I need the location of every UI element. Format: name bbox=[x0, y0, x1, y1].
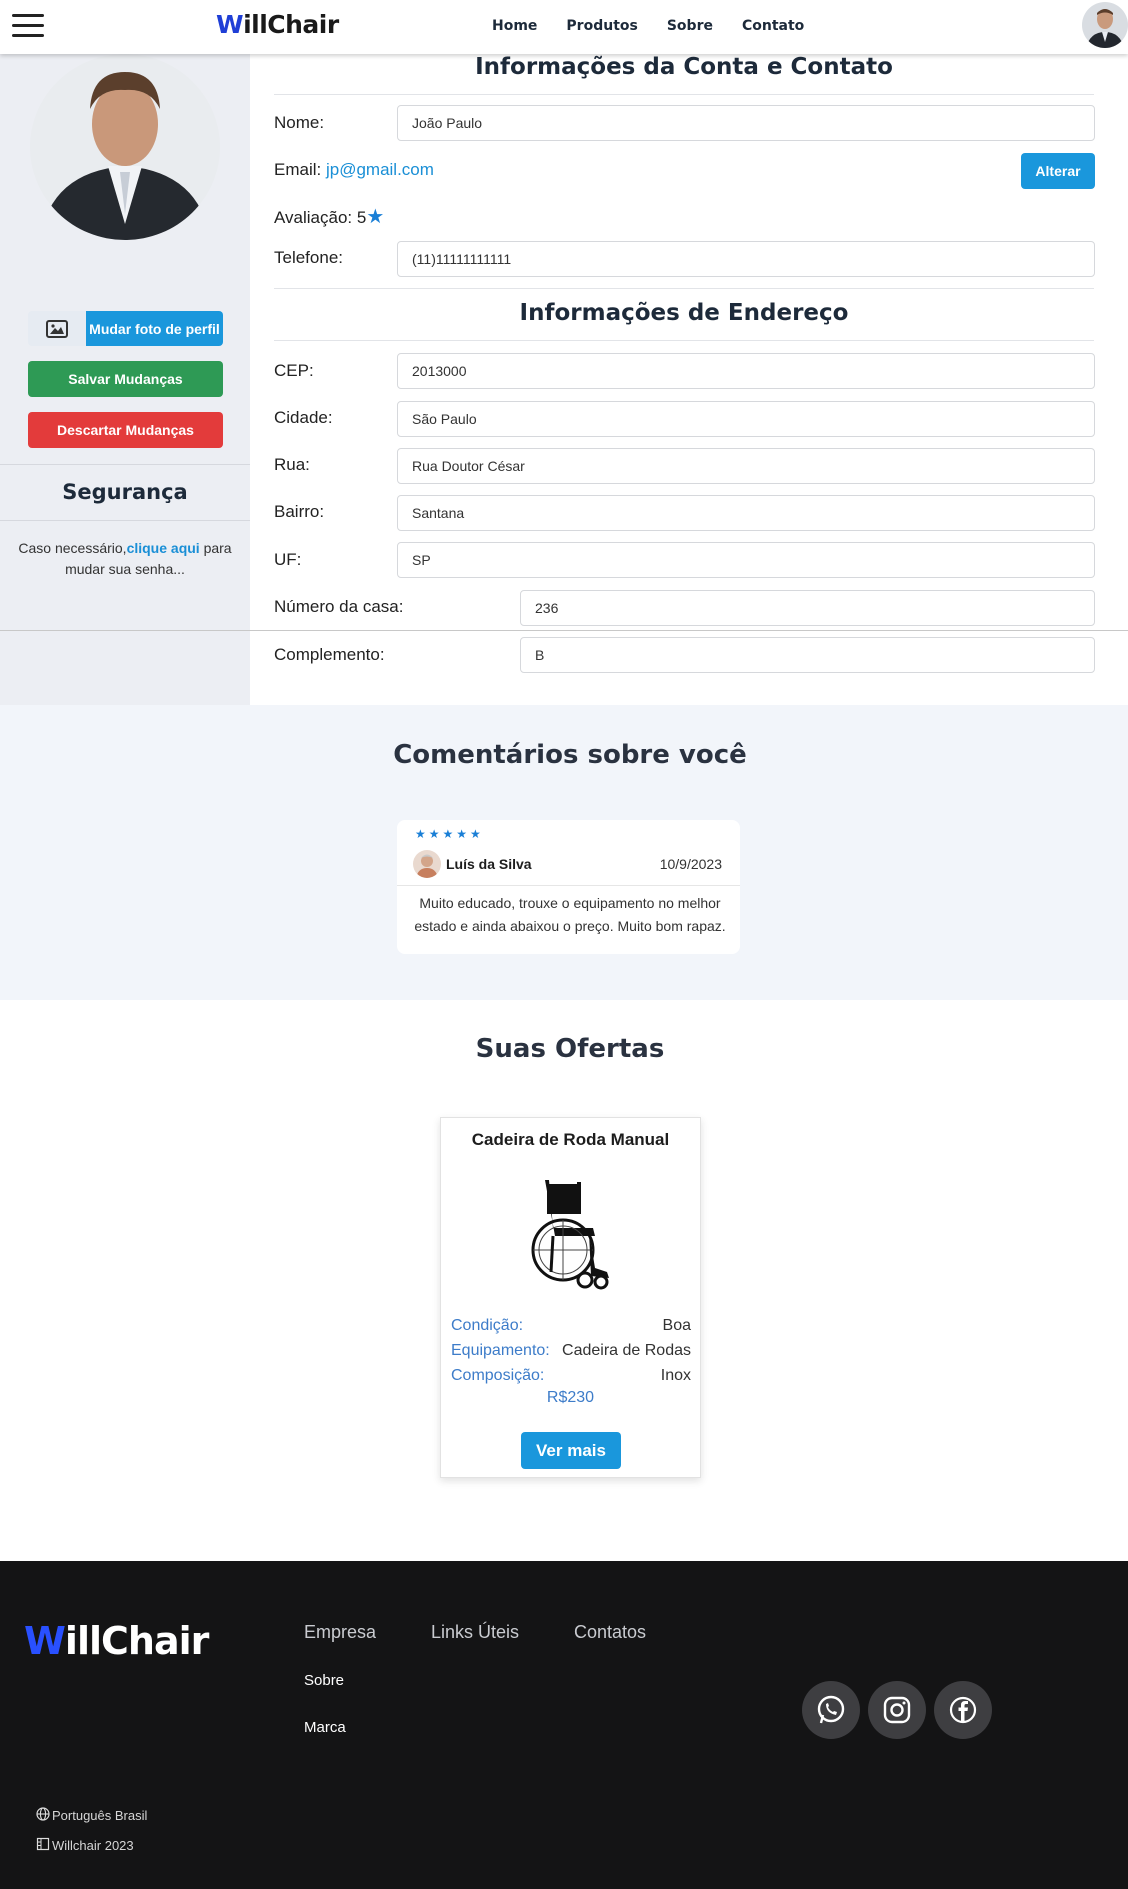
cep-label: CEP: bbox=[274, 361, 314, 380]
language-selector[interactable]: Português Brasil bbox=[36, 1807, 147, 1824]
comment-author: Luís da Silva bbox=[446, 856, 532, 872]
comment-text: Muito educado, trouxe o equipamento no m… bbox=[414, 895, 726, 934]
offer-card: Cadeira de Roda Manual Condição: Boa Equi… bbox=[440, 1117, 701, 1478]
see-more-button[interactable]: Ver mais bbox=[521, 1432, 621, 1469]
name-label: Nome: bbox=[274, 113, 325, 132]
change-photo-label: Mudar foto de perfil bbox=[86, 311, 223, 346]
nav-home[interactable]: Home bbox=[492, 18, 537, 34]
divider bbox=[274, 340, 1094, 341]
commenter-avatar bbox=[413, 850, 441, 878]
spec-condition-label: Condição: bbox=[451, 1317, 524, 1334]
district-field[interactable]: Santana bbox=[397, 495, 1095, 531]
comment-card: ★★★★★ Luís da Silva 10/9/2023 Muito educ… bbox=[397, 820, 740, 954]
street-field[interactable]: Rua Doutor César bbox=[397, 448, 1095, 484]
rating-label: Avaliação: 5 bbox=[274, 208, 367, 227]
nav-produtos[interactable]: Produtos bbox=[566, 18, 637, 34]
email-value[interactable]: jp@gmail.com bbox=[326, 160, 434, 179]
top-header: WillChair Home Produtos Sobre Contato bbox=[0, 0, 1128, 54]
cep-field[interactable]: 2013000 bbox=[397, 353, 1095, 389]
comments-section: Comentários sobre você ★★★★★ Luís da Sil… bbox=[0, 705, 1128, 1000]
divider bbox=[0, 630, 1128, 631]
discard-changes-button[interactable]: Descartar Mudanças bbox=[28, 412, 223, 448]
complement-label: Complemento: bbox=[274, 645, 385, 664]
footer-link-marca[interactable]: Marca bbox=[304, 1719, 346, 1736]
divider bbox=[0, 464, 250, 465]
spec-equipment-label: Equipamento: bbox=[451, 1342, 550, 1359]
house-number-field[interactable]: 236 bbox=[520, 590, 1095, 626]
district-label: Bairro: bbox=[274, 502, 325, 521]
instagram-icon[interactable] bbox=[868, 1681, 926, 1739]
menu-icon[interactable] bbox=[12, 14, 44, 40]
address-section-title: Informações de Endereço bbox=[519, 300, 849, 326]
spec-equipment: Equipamento: Cadeira de Rodas bbox=[451, 1342, 691, 1360]
footer-col-company: Empresa bbox=[304, 1622, 377, 1642]
copyright-label: Willchair 2023 bbox=[52, 1838, 134, 1853]
wheelchair-image bbox=[525, 1172, 615, 1292]
spec-condition-value: Boa bbox=[662, 1317, 691, 1334]
copyright: Willchair 2023 bbox=[36, 1837, 134, 1854]
language-label: Português Brasil bbox=[52, 1808, 148, 1823]
email-row: Email: jp@gmail.com bbox=[274, 160, 434, 180]
logo[interactable]: WillChair bbox=[216, 10, 339, 39]
phone-field[interactable]: (11)11111111111 bbox=[397, 241, 1095, 277]
divider bbox=[274, 288, 1094, 289]
whatsapp-icon[interactable] bbox=[802, 1681, 860, 1739]
spec-composition-value: Inox bbox=[660, 1367, 691, 1384]
footer: WillChair Empresa Links Úteis Contatos S… bbox=[0, 1561, 1128, 1889]
footer-link-sobre[interactable]: Sobre bbox=[304, 1672, 344, 1689]
offers-title: Suas Ofertas bbox=[475, 1034, 665, 1064]
account-section-title: Informações da Conta e Contato bbox=[475, 54, 893, 80]
security-text-before: Caso necessário, bbox=[18, 540, 127, 556]
divider bbox=[397, 885, 740, 886]
nav-sobre[interactable]: Sobre bbox=[667, 18, 713, 34]
alter-email-button[interactable]: Alterar bbox=[1021, 153, 1095, 189]
star-icon: ★ bbox=[366, 206, 385, 228]
street-label: Rua: bbox=[274, 455, 310, 474]
uf-label: UF: bbox=[274, 550, 302, 569]
name-field[interactable]: João Paulo bbox=[397, 105, 1095, 141]
user-avatar[interactable] bbox=[1082, 2, 1128, 48]
change-photo-button[interactable]: Mudar foto de perfil bbox=[28, 311, 223, 346]
footer-col-links: Links Úteis bbox=[431, 1622, 520, 1642]
spec-equipment-value: Cadeira de Rodas bbox=[562, 1342, 691, 1359]
security-title: Segurança bbox=[62, 480, 188, 504]
footer-col-contacts: Contatos bbox=[574, 1622, 647, 1642]
city-label: Cidade: bbox=[274, 408, 333, 427]
save-changes-button[interactable]: Salvar Mudanças bbox=[28, 361, 223, 397]
house-number-label: Número da casa: bbox=[274, 597, 404, 616]
uf-field[interactable]: SP bbox=[397, 542, 1095, 578]
rating-stars: ★★★★★ bbox=[415, 827, 484, 841]
phone-label: Telefone: bbox=[274, 248, 343, 267]
spec-composition: Composição: Inox bbox=[451, 1367, 691, 1385]
change-password-link[interactable]: clique aqui bbox=[127, 540, 200, 556]
main-nav: Home Produtos Sobre Contato bbox=[492, 18, 804, 34]
offer-price: R$230 bbox=[546, 1389, 595, 1406]
divider bbox=[0, 520, 250, 521]
image-icon bbox=[28, 311, 86, 346]
city-field[interactable]: São Paulo bbox=[397, 401, 1095, 437]
spec-condition: Condição: Boa bbox=[451, 1317, 691, 1335]
profile-photo bbox=[30, 54, 220, 240]
security-text: Caso necessário,clique aqui para mudar s… bbox=[14, 538, 236, 580]
rating-row: Avaliação: 5★ bbox=[274, 204, 384, 229]
profile-sidebar: Mudar foto de perfil Salvar Mudanças Des… bbox=[0, 54, 250, 705]
comment-date: 10/9/2023 bbox=[659, 856, 722, 872]
account-form: Informações da Conta e Contato Nome: Joã… bbox=[250, 54, 1128, 705]
offer-name: Cadeira de Roda Manual bbox=[471, 1130, 670, 1149]
comments-title: Comentários sobre você bbox=[393, 740, 747, 770]
facebook-icon[interactable] bbox=[934, 1681, 992, 1739]
complement-field[interactable]: B bbox=[520, 637, 1095, 673]
globe-icon bbox=[36, 1807, 50, 1824]
spec-composition-label: Composição: bbox=[451, 1367, 545, 1384]
email-label: Email: bbox=[274, 160, 322, 179]
divider bbox=[274, 94, 1094, 95]
building-icon bbox=[36, 1837, 50, 1854]
footer-logo[interactable]: WillChair bbox=[24, 1619, 209, 1663]
nav-contato[interactable]: Contato bbox=[742, 18, 804, 34]
